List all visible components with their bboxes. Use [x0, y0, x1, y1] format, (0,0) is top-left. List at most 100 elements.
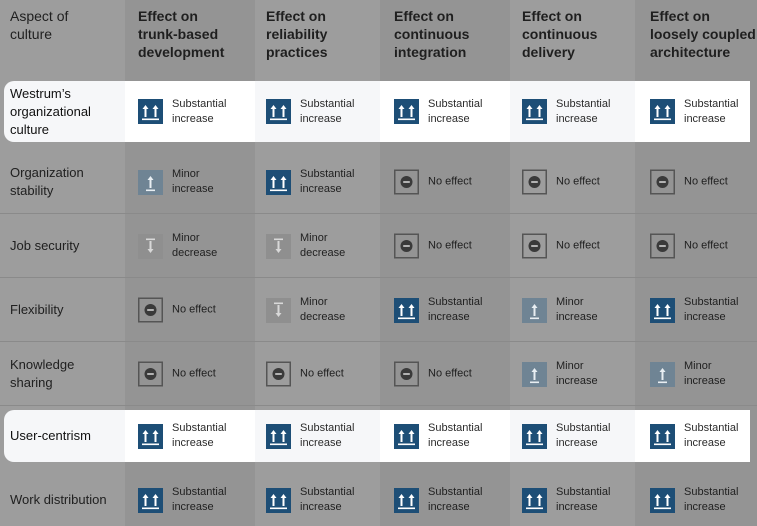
effect-label: Substantial increase [428, 486, 483, 513]
effect-cell: Minor decrease [266, 231, 345, 261]
no-effect-icon [522, 233, 547, 259]
effect-cell: Substantial increase [394, 97, 482, 127]
double-up-arrow-icon [266, 423, 291, 449]
no-effect-icon [138, 297, 163, 323]
double-up-arrow-icon [650, 99, 675, 124]
effect-label: Substantial increase [172, 97, 227, 125]
effect-cell: Substantial increase [522, 97, 610, 127]
table-row: Organization stability Minor increase Su… [0, 150, 757, 214]
no-effect-icon [650, 169, 675, 195]
aspect-label: Knowledge sharing [10, 357, 75, 390]
aspect-label: Flexibility [10, 302, 64, 317]
no-effect-icon [138, 361, 163, 387]
aspect-label: User-centrism [10, 428, 91, 443]
effect-cell: No effect [394, 233, 472, 259]
table-row: Flexibility No effect Minor decrease Sub… [0, 278, 757, 342]
effect-label: Minor decrease [300, 296, 346, 323]
effect-label: Substantial increase [556, 486, 611, 513]
no-effect-icon [394, 233, 419, 259]
header-cell: Effect on continuous delivery [522, 8, 598, 60]
effect-cell: No effect [522, 233, 600, 259]
down-arrow-icon [266, 233, 291, 259]
effect-label: Substantial increase [684, 97, 739, 125]
no-effect-icon [394, 361, 419, 387]
effect-cell: No effect [138, 361, 216, 387]
table-header: Aspect of culture Effect on trunk-based d… [0, 0, 757, 80]
effect-cell: Substantial increase [394, 295, 482, 325]
up-arrow-icon [650, 361, 675, 387]
effect-label: No effect [172, 367, 216, 380]
double-up-arrow-icon [266, 99, 291, 124]
double-up-arrow-icon [522, 99, 547, 124]
header-cell: Aspect of culture [10, 8, 69, 42]
effect-cell: Substantial increase [650, 485, 738, 515]
effect-label: Substantial increase [428, 296, 483, 323]
effect-cell: Substantial increase [522, 421, 610, 451]
effect-cell: Substantial increase [266, 167, 354, 197]
effect-label: Substantial increase [172, 422, 227, 449]
effect-cell: Substantial increase [266, 421, 354, 451]
effect-cell: No effect [394, 169, 472, 195]
effect-label: Substantial increase [300, 97, 355, 125]
effect-label: No effect [172, 303, 216, 316]
effect-label: Minor increase [684, 360, 726, 387]
effect-label: Substantial increase [300, 422, 355, 449]
effect-label: Substantial increase [556, 97, 611, 125]
double-up-arrow-icon [394, 487, 419, 513]
double-up-arrow-icon [138, 99, 163, 124]
effect-label: Substantial increase [684, 422, 739, 449]
no-effect-icon [650, 233, 675, 259]
double-up-arrow-icon [650, 423, 675, 449]
up-arrow-icon [522, 297, 547, 323]
effect-label: No effect [684, 175, 728, 188]
effect-label: No effect [684, 239, 728, 252]
effect-label: Substantial increase [684, 296, 739, 323]
effect-cell: No effect [650, 169, 728, 195]
table-row: Work distribution Substantial increase S… [0, 474, 757, 526]
double-up-arrow-icon [394, 423, 419, 449]
header-cell: Effect on reliability practices [266, 8, 328, 60]
double-up-arrow-icon [138, 487, 163, 513]
effect-cell: Substantial increase [138, 421, 226, 451]
double-up-arrow-icon [522, 487, 547, 513]
effect-cell: Substantial increase [266, 485, 354, 515]
effect-label: Substantial increase [172, 486, 227, 513]
effect-label: No effect [556, 175, 600, 188]
effect-cell: Substantial increase [650, 295, 738, 325]
effect-cell: Substantial increase [394, 485, 482, 515]
double-up-arrow-icon [650, 297, 675, 323]
effect-label: Minor decrease [300, 232, 346, 259]
effect-cell: Substantial increase [650, 421, 738, 451]
effect-cell: Substantial increase [650, 97, 738, 127]
effect-label: Substantial increase [300, 486, 355, 513]
effect-label: Minor decrease [172, 232, 218, 259]
effect-cell: Minor increase [138, 167, 214, 197]
down-arrow-icon [266, 297, 291, 323]
effect-label: Minor increase [556, 360, 598, 387]
effect-label: Substantial increase [300, 168, 355, 195]
effect-cell: Minor decrease [138, 231, 217, 261]
double-up-arrow-icon [394, 99, 419, 124]
effect-cell: Minor increase [650, 359, 726, 389]
effect-cell: No effect [138, 297, 216, 323]
effect-cell: Substantial increase [266, 97, 354, 127]
effect-cell: No effect [266, 361, 344, 387]
effect-cell: Substantial increase [138, 485, 226, 515]
highlighted-row: User-centrism Substantial increase Subst… [4, 410, 750, 462]
effect-cell: Substantial increase [394, 421, 482, 451]
effect-label: Substantial increase [684, 486, 739, 513]
double-up-arrow-icon [138, 423, 163, 449]
effect-label: No effect [300, 367, 344, 380]
aspect-label: Organization stability [10, 165, 84, 198]
no-effect-icon [522, 169, 547, 195]
effect-label: Substantial increase [428, 422, 483, 449]
double-up-arrow-icon [394, 297, 419, 323]
effect-cell: No effect [394, 361, 472, 387]
effect-label: Minor increase [556, 296, 598, 323]
double-up-arrow-icon [266, 169, 291, 195]
effect-cell: Substantial increase [522, 485, 610, 515]
effect-cell: Minor decrease [266, 295, 345, 325]
effect-cell: Substantial increase [138, 97, 226, 127]
double-up-arrow-icon [650, 487, 675, 513]
up-arrow-icon [522, 361, 547, 387]
